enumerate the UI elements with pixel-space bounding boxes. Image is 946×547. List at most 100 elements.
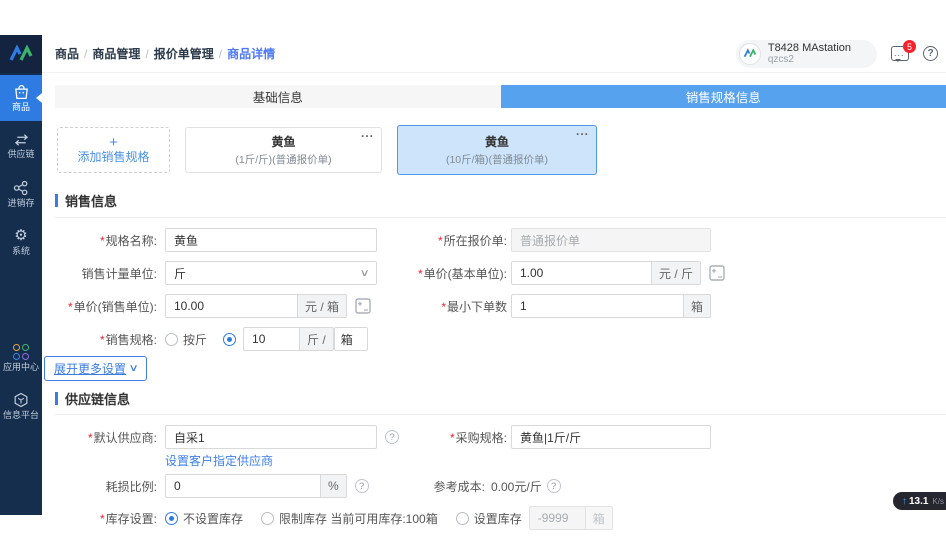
share-nodes-icon <box>13 180 29 196</box>
base-price-input[interactable] <box>511 261 651 285</box>
card-more-icon[interactable]: ... <box>361 126 374 140</box>
required-mark: * <box>68 300 73 314</box>
spec-card-subtitle: (1斤/斤)(普通报价单) <box>235 152 331 167</box>
min-order-label: *最小下单数 <box>377 298 507 315</box>
radio-by-jin[interactable] <box>165 333 178 346</box>
sale-unit-select[interactable]: 斤 ∨ <box>165 261 377 285</box>
add-sales-spec-button[interactable]: + 添加销售规格 <box>57 127 170 173</box>
sale-unit-label: 销售计量单位: <box>55 265 157 282</box>
breadcrumb-separator: / <box>145 47 148 61</box>
help-icon[interactable]: ? <box>923 46 938 61</box>
spec-card-row: + 添加销售规格 ... 黄鱼 (1斤/斤)(普通报价单) ... 黄鱼 (10… <box>55 125 946 175</box>
radio-no-stock-label: 不设置库存 <box>183 510 243 527</box>
card-more-icon[interactable]: ... <box>576 124 589 138</box>
gear-icon: ⚙ <box>14 228 27 244</box>
radio-limit-stock-label: 限制库存 当前可用库存:100箱 <box>279 510 438 527</box>
app-window: 商品 / 商品管理 / 报价单管理 / 商品详情 T8428 MAstation… <box>0 35 946 515</box>
sidebar-item-info-platform[interactable]: 信息平台 <box>0 383 42 429</box>
tab-basic-info[interactable]: 基础信息 <box>55 85 501 108</box>
sidebar-item-label: 供应链 <box>7 149 34 159</box>
sidebar-item-app-center[interactable]: 应用中心 <box>0 335 42 381</box>
up-arrow-icon: ↑ <box>902 496 907 507</box>
form-row: *规格名称: *所在报价单: <box>55 228 946 252</box>
section-bar <box>55 392 58 405</box>
breadcrumb-item[interactable]: 商品 <box>55 45 79 62</box>
required-mark: * <box>100 234 105 248</box>
cube-icon <box>13 392 29 408</box>
tab-sales-spec-info[interactable]: 销售规格信息 <box>501 85 946 108</box>
ref-cost-label: 参考成本: <box>377 478 485 495</box>
section-supply-chain-info: 供应链信息 <box>55 389 946 415</box>
required-mark: * <box>100 512 105 526</box>
form-row: *单价(销售单位): 元 / 箱 *最小下单数 箱 <box>55 294 946 318</box>
default-supplier-input[interactable] <box>165 425 377 449</box>
percent-addon: % <box>320 474 347 498</box>
app-center-icon <box>13 344 29 360</box>
user-name: T8428 MAstation <box>768 42 851 54</box>
breadcrumb-current: 商品详情 <box>227 45 275 62</box>
form-row: 销售计量单位: 斤 ∨ *单价(基本单位): 元 / 斤 <box>55 261 946 285</box>
calculator-icon[interactable] <box>709 265 725 281</box>
tab-bar: 基础信息 销售规格信息 <box>55 85 946 108</box>
loss-ratio-label: 耗损比例: <box>55 478 157 495</box>
breadcrumb-item[interactable]: 报价单管理 <box>154 45 214 62</box>
network-speed-indicator: ↑ 13.1 K/s <box>893 492 946 510</box>
help-circle-icon[interactable]: ? <box>547 479 561 493</box>
sale-unit-value: 斤 <box>174 265 186 282</box>
base-price-label: *单价(基本单位): <box>377 265 507 282</box>
spec-card-selected[interactable]: ... 黄鱼 (10斤/箱)(普通报价单) <box>397 125 597 175</box>
quote-sheet-input <box>511 228 711 252</box>
top-bar: 商品 / 商品管理 / 报价单管理 / 商品详情 T8428 MAstation… <box>42 35 946 73</box>
spec-qty-input[interactable] <box>243 327 299 351</box>
required-mark: * <box>438 234 443 248</box>
sale-price-label: *单价(销售单位): <box>55 298 157 315</box>
spec-unit-input[interactable]: 箱 <box>334 327 368 351</box>
add-sales-spec-label: 添加销售规格 <box>77 150 149 165</box>
app-logo[interactable] <box>0 35 42 73</box>
section-title: 销售信息 <box>65 191 117 210</box>
stock-unit-addon: 箱 <box>585 506 613 530</box>
breadcrumb-item[interactable]: 商品管理 <box>92 45 140 62</box>
loss-ratio-input[interactable] <box>165 474 320 498</box>
radio-limit-stock[interactable] <box>261 512 274 525</box>
spec-card[interactable]: ... 黄鱼 (1斤/斤)(普通报价单) <box>185 127 382 173</box>
sidebar-item-label: 商品 <box>12 102 30 112</box>
logo-mark <box>8 44 34 64</box>
sidebar-item-system[interactable]: ⚙ 系统 <box>0 219 42 265</box>
section-bar <box>55 194 58 207</box>
breadcrumb: 商品 / 商品管理 / 报价单管理 / 商品详情 <box>55 45 275 62</box>
form-row: 设置客户指定供应商 <box>165 452 946 468</box>
required-mark: * <box>450 431 455 445</box>
sidebar-item-label: 系统 <box>12 246 30 256</box>
ref-cost-value: 0.00元/斤 <box>491 478 542 495</box>
min-order-input[interactable] <box>511 294 683 318</box>
sale-price-input[interactable] <box>165 294 297 318</box>
radio-set-stock[interactable] <box>456 512 469 525</box>
calculator-icon[interactable] <box>355 298 371 314</box>
default-supplier-label: *默认供应商: <box>55 429 157 446</box>
form-row: *库存设置: 不设置库存 限制库存 当前可用库存:100箱 设置库存 箱 <box>55 506 946 530</box>
expand-more-settings-link[interactable]: 展开更多设置 ∨ <box>44 356 147 381</box>
spec-card-title: 黄鱼 <box>485 133 509 150</box>
radio-by-box[interactable] <box>223 333 236 346</box>
message-icon[interactable]: ... 5 <box>891 46 909 61</box>
purchase-spec-label: *采购规格: <box>377 429 507 446</box>
sidebar-item-goods[interactable]: 商品 <box>0 75 42 121</box>
message-dots: ... <box>894 50 905 56</box>
purchase-spec-input[interactable] <box>511 425 711 449</box>
sidebar-item-inventory[interactable]: 进销存 <box>0 171 42 217</box>
set-customer-supplier-link[interactable]: 设置客户指定供应商 <box>165 454 273 468</box>
sidebar-item-supply-chain[interactable]: 供应链 <box>0 123 42 169</box>
chevron-down-icon: ∨ <box>359 268 369 279</box>
message-badge: 5 <box>903 40 916 53</box>
avatar <box>739 43 761 65</box>
user-account[interactable]: T8428 MAstation qzcs2 <box>736 40 877 68</box>
radio-no-stock[interactable] <box>165 512 178 525</box>
spec-name-input[interactable] <box>165 228 377 252</box>
help-circle-icon[interactable]: ? <box>355 479 369 493</box>
quote-sheet-label: *所在报价单: <box>377 232 507 249</box>
stock-qty-input <box>529 506 585 530</box>
spec-card-subtitle: (10斤/箱)(普通报价单) <box>446 152 548 167</box>
user-subname: qzcs2 <box>768 54 851 65</box>
plus-icon: + <box>109 135 118 150</box>
